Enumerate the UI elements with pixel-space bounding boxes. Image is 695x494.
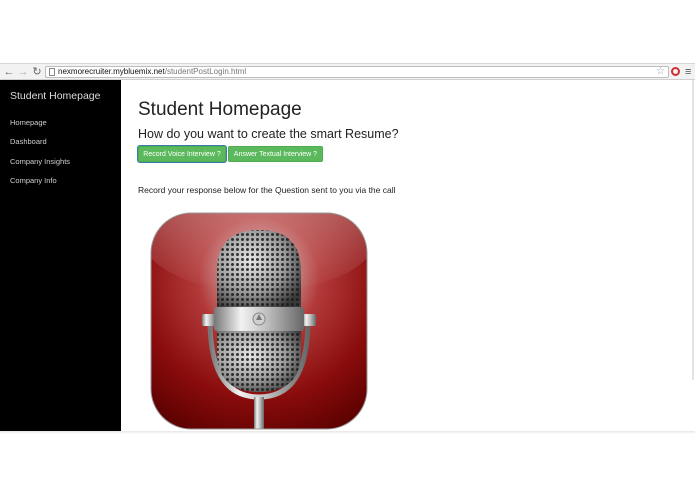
reload-icon[interactable]: ↻ xyxy=(31,65,43,79)
url-host: nexmorecruiter.mybluemix.net xyxy=(58,67,165,76)
instruction-text: Record your response below for the Quest… xyxy=(138,185,396,195)
url-path: /studentPostLogin.html xyxy=(164,67,247,76)
extension-icon[interactable] xyxy=(671,67,680,76)
record-voice-interview-button[interactable]: Record Voice Interview ? xyxy=(138,146,226,162)
sidebar-item-homepage[interactable]: Homepage xyxy=(10,118,47,127)
star-icon[interactable]: ☆ xyxy=(656,66,665,77)
url-text: nexmorecruiter.mybluemix.net/studentPost… xyxy=(58,67,246,77)
forward-arrow-icon[interactable]: → xyxy=(17,65,29,79)
sidebar: Student Homepage Homepage Dashboard Comp… xyxy=(0,80,121,431)
back-arrow-icon[interactable]: ← xyxy=(3,65,15,79)
address-bar[interactable]: nexmorecruiter.mybluemix.net/studentPost… xyxy=(45,66,669,78)
sidebar-title[interactable]: Student Homepage xyxy=(10,90,100,102)
scrollbar[interactable] xyxy=(692,80,694,380)
answer-textual-interview-button[interactable]: Answer Textual Interview ? xyxy=(228,146,323,162)
page-icon xyxy=(49,68,55,76)
microphone-icon[interactable] xyxy=(150,212,368,430)
sidebar-item-company-insights[interactable]: Company Insights xyxy=(10,157,70,166)
browser-toolbar: ← → ↻ nexmorecruiter.mybluemix.net/stude… xyxy=(0,63,695,80)
page-title: Student Homepage xyxy=(138,99,302,120)
menu-icon[interactable]: ≡ xyxy=(685,65,691,79)
question-heading: How do you want to create the smart Resu… xyxy=(138,127,399,141)
sidebar-item-company-info[interactable]: Company Info xyxy=(10,176,57,185)
page-bottom-edge xyxy=(0,431,695,434)
sidebar-item-dashboard[interactable]: Dashboard xyxy=(10,137,47,146)
